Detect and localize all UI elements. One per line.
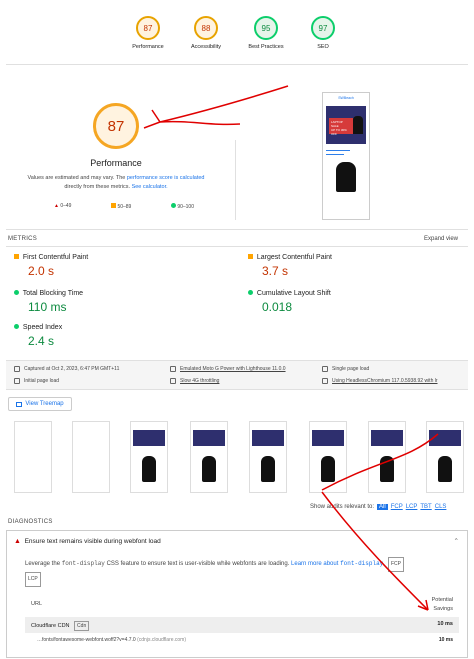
cdn-tag: Cdn <box>74 621 90 631</box>
metric-label: Cumulative Layout Shift <box>256 290 331 297</box>
banner-text: LAPTOP SALE <box>331 120 343 128</box>
desc-text: directly from these metrics. <box>64 184 131 190</box>
divider <box>6 246 468 247</box>
metric-label: First Contentful Paint <box>22 254 89 261</box>
preview-banner: LAPTOP SALE UP TO 30% OFF <box>326 106 366 144</box>
circle-icon <box>14 290 19 295</box>
metric-label: Largest Contentful Paint <box>256 254 332 261</box>
performance-title: Performance <box>90 158 142 168</box>
metric-cls: Cumulative Layout Shift 0.018 <box>248 290 331 314</box>
annotation-arrow <box>321 433 439 611</box>
browser-icon <box>322 378 328 384</box>
gauge-accessibility[interactable]: 88 Accessibility <box>182 16 230 50</box>
circle-icon <box>14 324 19 329</box>
circle-icon <box>170 203 176 208</box>
gauge-label: SEO <box>317 44 329 50</box>
metric-value: 0.018 <box>262 300 293 314</box>
performance-score-ring: 87 <box>136 16 160 40</box>
accessibility-score-ring: 88 <box>194 16 218 40</box>
throttling-link[interactable]: Slow 4G throttling <box>180 378 219 384</box>
filmstrip-frame <box>249 421 287 493</box>
row-url[interactable]: …fonts/fontawesome-webfont.woff2?v=4.7.0… <box>37 637 186 643</box>
treemap-icon <box>16 401 23 407</box>
chip-lcp: LCP <box>25 572 41 587</box>
best-practices-score-ring: 95 <box>254 16 278 40</box>
metric-label: Total Blocking Time <box>22 290 84 297</box>
square-icon <box>248 254 253 259</box>
filmstrip-frame <box>72 421 110 493</box>
col-url: URL <box>31 601 43 607</box>
desc-text: Values are estimated and may vary. The <box>27 175 126 181</box>
square-icon <box>111 203 117 208</box>
emulated-device-link[interactable]: Emulated Moto G Power with Lighthouse 11… <box>180 366 286 372</box>
score-value: 87 <box>143 23 153 33</box>
gauge-label: Best Practices <box>248 44 284 50</box>
metric-fcp: First Contentful Paint 2.0 s <box>14 254 88 278</box>
device-icon <box>170 366 176 372</box>
metric-si: Speed Index 2.4 s <box>14 324 62 348</box>
filmstrip-frame <box>130 421 168 493</box>
circle-icon <box>248 290 253 295</box>
metric-value: 110 ms <box>28 300 67 314</box>
score-value: 97 <box>318 23 328 33</box>
calendar-icon <box>14 366 20 372</box>
preview-text-lines: ▬▬▬▬▬▬▬▬ ▬▬▬▬▬▬ <box>326 148 350 156</box>
runtime-settings: Captured at Oct 2, 2023, 6:47 PM GMT+11 … <box>6 360 468 390</box>
view-treemap-button[interactable]: View Treemap <box>8 397 72 411</box>
gauge-label: Accessibility <box>191 44 221 50</box>
final-screenshot-preview[interactable]: SWBeach LAPTOP SALE UP TO 30% OFF ▬▬▬▬▬▬… <box>322 92 370 220</box>
captured-at: Captured at Oct 2, 2023, 6:47 PM GMT+11 <box>24 366 120 372</box>
wifi-icon <box>170 378 176 384</box>
seo-score-ring: 97 <box>311 16 335 40</box>
gauge-performance[interactable]: 87 Performance <box>125 16 171 50</box>
metric-label: Speed Index <box>22 324 63 331</box>
banner-sub: UP TO 30% OFF <box>331 128 347 136</box>
row-savings: 10 ms <box>438 637 453 643</box>
audit-title: Ensure text remains visible during webfo… <box>24 537 161 545</box>
triangle-icon: ▲ <box>54 203 59 209</box>
legend-average: 50–89 <box>111 203 131 210</box>
performance-score-link[interactable]: performance score is calculated <box>127 175 205 181</box>
expand-view-toggle[interactable]: Expand view <box>424 236 458 242</box>
legend-pass: 90–100 <box>170 203 194 210</box>
preview-header: SWBeach <box>338 96 354 100</box>
filmstrip-frame <box>190 421 228 493</box>
metric-value: 2.0 s <box>28 264 55 278</box>
treemap-label: View Treemap <box>25 401 64 407</box>
clock-icon <box>14 378 20 384</box>
table-row: …fonts/fontawesome-webfont.woff2?v=4.7.0… <box>25 633 459 649</box>
score-value: 88 <box>201 23 211 33</box>
initial-page-load: Initial page load <box>24 378 60 384</box>
metrics-header: METRICS <box>8 236 38 242</box>
vertical-divider <box>235 140 236 220</box>
score-legend: ▲ 0–49 50–89 90–100 <box>54 203 194 210</box>
divider <box>6 64 468 65</box>
score-value: 95 <box>261 23 271 33</box>
legend-fail: ▲ 0–49 <box>54 203 72 209</box>
annotation-arrow <box>143 85 289 129</box>
big-score-value: 87 <box>107 117 125 135</box>
user-icon <box>322 366 328 372</box>
browser-info: Using HeadlessChromium 117.0.5938.92 wit… <box>332 378 438 384</box>
diagnostics-header: DIAGNOSTICS <box>8 519 53 525</box>
gauge-label: Performance <box>132 44 164 50</box>
metric-value: 2.4 s <box>28 334 55 348</box>
metric-lcp: Largest Contentful Paint 3.7 s <box>248 254 332 278</box>
preview-figure <box>336 162 356 192</box>
square-icon <box>14 254 19 259</box>
single-page-load: Single page load <box>332 366 370 372</box>
gauge-seo[interactable]: 97 SEO <box>303 16 343 50</box>
metric-tbt: Total Blocking Time 110 ms <box>14 290 83 314</box>
performance-description: Values are estimated and may vary. The p… <box>16 174 216 192</box>
triangle-icon: ▲ <box>14 537 21 545</box>
gauge-best-practices[interactable]: 95 Best Practices <box>240 16 292 50</box>
calculator-link[interactable]: See calculator. <box>132 184 168 190</box>
row-entity: Cloudflare CDN Cdn <box>31 621 90 631</box>
metric-value: 3.7 s <box>262 264 289 278</box>
divider <box>6 229 468 230</box>
filmstrip-frame <box>14 421 52 493</box>
